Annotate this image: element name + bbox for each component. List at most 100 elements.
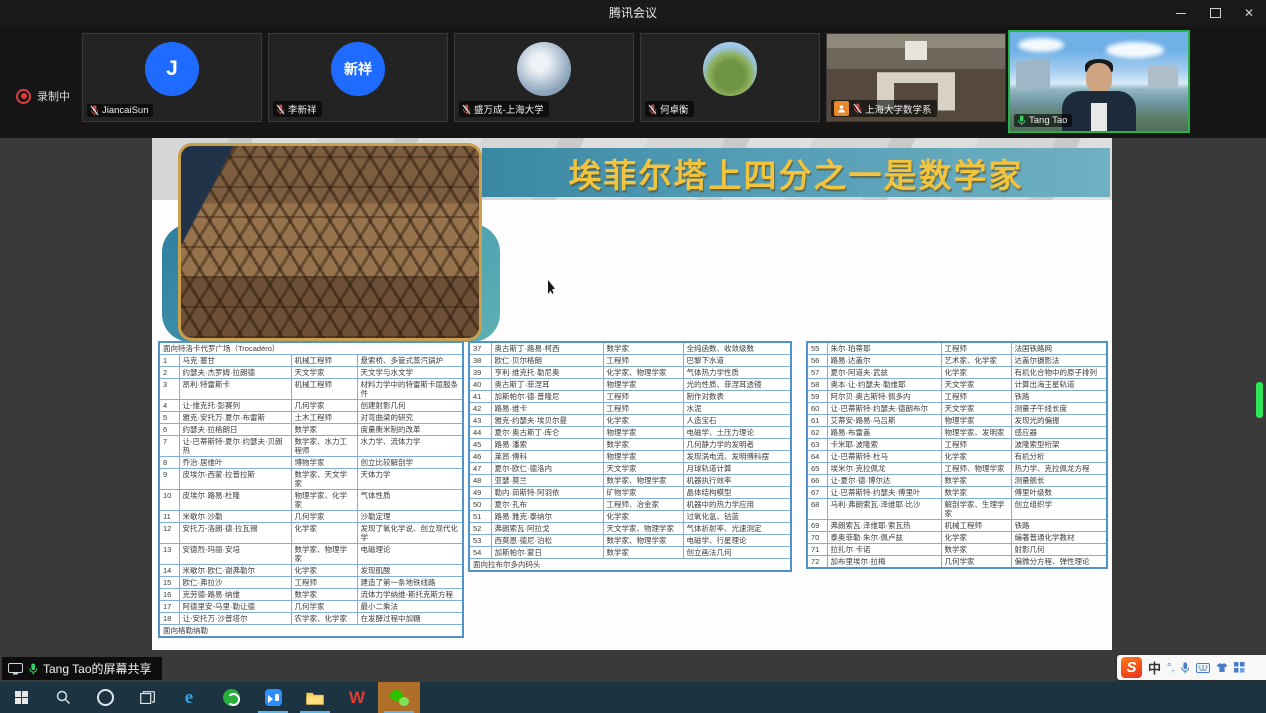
voice-input-icon[interactable] [1180, 662, 1190, 674]
row-number: 43 [469, 415, 491, 427]
table-row: 66让-夏尔·德·博尔达数学家测量舰长 [807, 475, 1107, 487]
file-explorer-button[interactable] [294, 682, 336, 713]
toolbox-icon[interactable] [1234, 662, 1245, 673]
row-number: 42 [469, 403, 491, 415]
name-cell: 米歇尔·沙勒 [179, 511, 291, 523]
skin-icon[interactable] [1216, 662, 1228, 673]
name-cell: 雅克-约瑟夫·埃贝尔曼 [491, 415, 603, 427]
row-number: 50 [469, 499, 491, 511]
table-row: 16克劳德-路易·纳维数学家流体力学纳维-斯托克斯方程 [159, 589, 463, 601]
row-number: 39 [469, 367, 491, 379]
name-cell: 拉扎尔·卡诺 [827, 544, 941, 556]
table-row: 8乔治·居维叶博物学家创立比较解剖学 [159, 457, 463, 469]
mic-on-icon [28, 663, 38, 675]
profession-cell: 机械工程师 [291, 379, 357, 400]
name-cell: 路易·达盖尔 [827, 355, 941, 367]
table-row: 2约瑟夫·杰罗姆·拉朗德天文学家天文学与水文学 [159, 367, 463, 379]
profession-cell: 数学家、物理学家 [291, 544, 357, 565]
tencent-meeting-button[interactable] [252, 682, 294, 713]
task-view-button[interactable] [126, 682, 168, 713]
profession-cell: 数学家 [941, 487, 1011, 499]
participant-tile-shu-math-dept[interactable]: 上海大学数学系 [826, 33, 1006, 122]
name-cell: 夏尔·奥古斯丁·库仑 [491, 427, 603, 439]
profession-cell: 物理学家、化学家 [291, 490, 357, 511]
contribution-cell: 建造了第一条地铁线路 [357, 577, 463, 589]
table-row: 7让-巴蒂斯特-夏尔·约瑟夫·贝朗热数学家、水力工程师水力学、流体力学 [159, 436, 463, 457]
eiffel-names-table-middle: 37奥古斯丁·路易·柯西数学家全纯函数、收敛级数38欧仁·贝尔格朗工程师巴黎下水… [468, 341, 792, 572]
minimize-button[interactable] [1164, 0, 1198, 26]
360-browser-button[interactable] [210, 682, 252, 713]
table-row: 51路易·雅克·泰纳尔化学家过氧化氢、钴蓝 [469, 511, 791, 523]
name-cell: 乔治·居维叶 [179, 457, 291, 469]
wps-icon: W [349, 688, 365, 708]
profession-cell: 工程师 [603, 403, 683, 415]
contribution-cell: 创立比较解剖学 [357, 457, 463, 469]
ime-mode-indicator[interactable]: 中 [1148, 658, 1161, 677]
table-row: 1马克·塞甘机械工程师悬索桥、多管式蒸汽锅炉 [159, 355, 463, 367]
row-number: 58 [807, 379, 827, 391]
table-row: 61艾蒂安-路易·马吕斯物理学家发现光的偏振 [807, 415, 1107, 427]
punctuation-icon[interactable]: °, [1167, 662, 1174, 674]
screen-share-icon [8, 663, 23, 675]
table-row: 39亨利·维克托·勒尼奥化学家、物理学家气体热力学性质 [469, 367, 791, 379]
participant-name: JiancaiSun [102, 105, 148, 116]
name-cell: 马克·塞甘 [179, 355, 291, 367]
tencent-meeting-window: 腾讯会议 ✕ 录制中 J JiancaiSun 新祥 李新祥 [0, 0, 1266, 713]
contribution-cell: 编著普通化学教材 [1011, 532, 1107, 544]
cortana-button[interactable] [84, 682, 126, 713]
table-row: 65埃米尔·克拉佩龙工程师、物理学家热力学、克拉佩龙方程 [807, 463, 1107, 475]
keyboard-icon[interactable] [1196, 663, 1210, 673]
contribution-cell: 天文学与水文学 [357, 367, 463, 379]
profession-cell: 矿物学家 [603, 487, 683, 499]
profession-cell: 数学家、水力工程师 [291, 436, 357, 457]
window-titlebar: 腾讯会议 ✕ [0, 0, 1266, 26]
table-row: 57夏尔-阿道夫·武兹化学家有机化合物中的原子排列 [807, 367, 1107, 379]
profession-cell: 几何学家 [291, 601, 357, 613]
table-row: 50夏尔·孔布工程师、冶金家机器中的热力学应用 [469, 499, 791, 511]
row-number: 9 [159, 469, 179, 490]
table-row: 45路易·潘索数学家几何静力学的发明者 [469, 439, 791, 451]
participant-tile-tang-tao[interactable]: Tang Tao [1008, 30, 1190, 133]
sogou-input-toolbar[interactable]: S 中 °, [1117, 655, 1266, 680]
sogou-logo-icon[interactable]: S [1121, 657, 1142, 678]
name-cell: 加斯帕尔·蒙日 [491, 547, 603, 559]
contribution-cell: 晶体结构模型 [683, 487, 791, 499]
edge-browser-button[interactable]: e [168, 682, 210, 713]
participant-tile-lixinxiang[interactable]: 新祥 李新祥 [268, 33, 448, 122]
name-cell: 米歇尔·欧仁·谢弗勒尔 [179, 565, 291, 577]
name-cell: 夏尔-阿道夫·武兹 [827, 367, 941, 379]
scroll-indicator[interactable] [1256, 382, 1263, 418]
profession-cell: 天文学家、物理学家 [603, 523, 683, 535]
table-row: 12安托万-洛朗·德·拉瓦锡化学家发现了氧化学说、创立现代化学 [159, 523, 463, 544]
name-cell: 路易·维卡 [491, 403, 603, 415]
screen-share-label: Tang Tao的屏幕共享 [43, 660, 152, 677]
profession-cell: 工程师、物理学家 [941, 463, 1011, 475]
name-cell: 皮埃尔-西蒙·拉普拉斯 [179, 469, 291, 490]
profession-cell: 化学家 [603, 511, 683, 523]
row-number: 46 [469, 451, 491, 463]
row-number: 4 [159, 400, 179, 412]
close-button[interactable]: ✕ [1232, 0, 1266, 26]
name-cell: 亨利·维克托·勒尼奥 [491, 367, 603, 379]
screen-share-banner[interactable]: Tang Tao的屏幕共享 [2, 657, 162, 680]
wps-office-button[interactable]: W [336, 682, 378, 713]
contribution-cell: 发现涡电流、发明傅科摆 [683, 451, 791, 463]
table-row: 54加斯帕尔·蒙日数学家创立画法几何 [469, 547, 791, 559]
row-number: 63 [807, 439, 827, 451]
profession-cell: 工程师 [941, 439, 1011, 451]
maximize-button[interactable] [1198, 0, 1232, 26]
participant-tile-shengwancheng[interactable]: 盛万成-上海大学 [454, 33, 634, 122]
profession-cell: 物理学家 [941, 415, 1011, 427]
edge-icon: e [185, 687, 193, 709]
start-button[interactable] [0, 682, 42, 713]
participant-tile-jiancaisun[interactable]: J JiancaiSun [82, 33, 262, 122]
search-button[interactable] [42, 682, 84, 713]
profession-cell: 天文学家 [603, 463, 683, 475]
participant-name-bar: JiancaiSun [87, 104, 153, 117]
contribution-cell: 制作对数表 [683, 391, 791, 403]
wechat-button[interactable] [378, 682, 420, 713]
mouse-cursor [548, 280, 557, 294]
name-cell: 弗朗索瓦·阿拉戈 [491, 523, 603, 535]
contribution-cell: 机器中的热力学应用 [683, 499, 791, 511]
participant-tile-hezhuoheng[interactable]: 何卓衡 [640, 33, 820, 122]
